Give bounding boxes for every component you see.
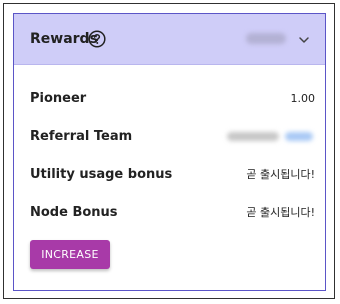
pioneer-label: Pioneer (30, 91, 87, 106)
node-bonus-value: 곧 출시됩니다! (246, 206, 315, 219)
chevron-down-icon[interactable] (297, 33, 311, 47)
reward-row-utility-usage-bonus: Utility usage bonus 곧 출시됩니다! (30, 166, 315, 184)
referral-value-blurred (227, 132, 279, 141)
rewards-header[interactable]: Rewards (14, 14, 325, 65)
rewards-card: Rewards Pioneer 1.00 Referral Team Utili… (13, 13, 326, 291)
increase-button[interactable]: INCREASE (30, 240, 110, 269)
reward-amount-blurred (246, 33, 286, 44)
referral-link-blurred[interactable] (285, 132, 313, 141)
node-bonus-label: Node Bonus (30, 205, 118, 220)
reward-row-node-bonus: Node Bonus 곧 출시됩니다! (30, 204, 315, 222)
help-circle-icon[interactable] (88, 30, 106, 48)
utility-usage-bonus-label: Utility usage bonus (30, 167, 173, 182)
utility-usage-bonus-value: 곧 출시됩니다! (246, 168, 315, 181)
reward-row-referral-team: Referral Team (30, 128, 315, 146)
reward-row-pioneer: Pioneer 1.00 (30, 90, 315, 108)
referral-team-label: Referral Team (30, 129, 133, 144)
pioneer-value: 1.00 (290, 92, 316, 105)
